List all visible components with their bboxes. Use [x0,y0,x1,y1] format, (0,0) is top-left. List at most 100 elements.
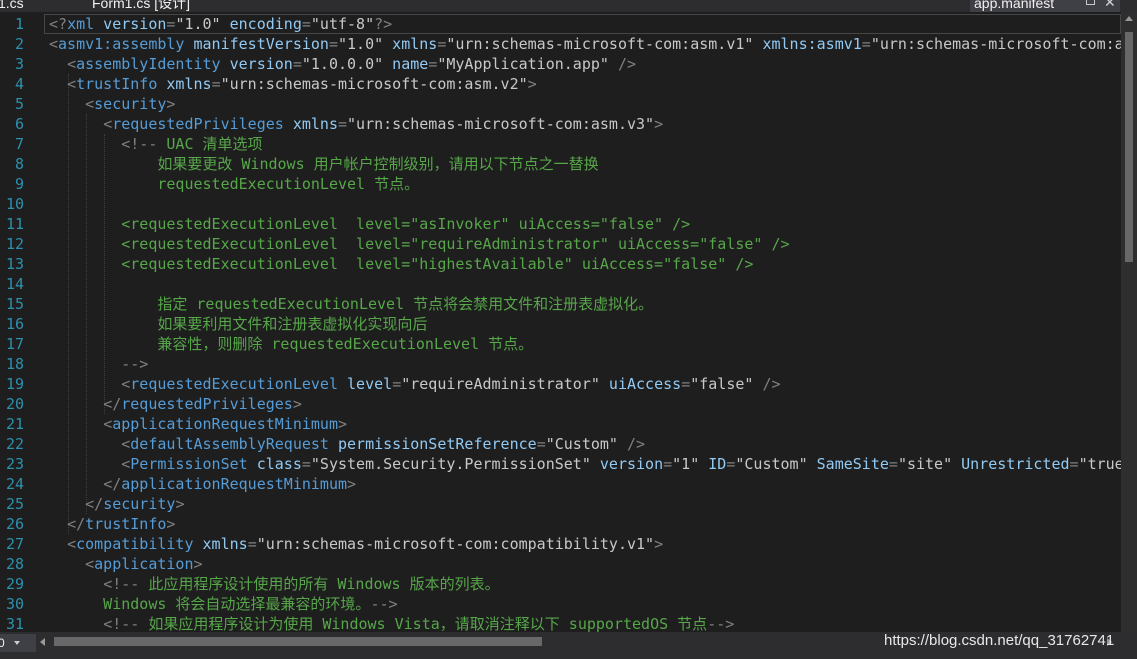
watermark-text: https://blog.csdn.net/qq_31762741 [884,632,1115,649]
code-token: = [338,115,348,133]
code-token: /> [617,435,646,453]
code-line[interactable]: <requestedExecutionLevel level="requireA… [49,234,1121,254]
close-icon[interactable]: ✕ [1104,0,1116,11]
code-token: > [166,515,176,533]
code-line[interactable]: 兼容性，则删除 requestedExecutionLevel 节点。 [49,334,1121,354]
code-token: security [103,495,176,513]
code-line[interactable]: <applicationRequestMinimum> [49,414,1121,434]
line-number: 1 [14,15,24,33]
code-line[interactable]: <trustInfo xmlns="urn:schemas-microsoft-… [49,74,1121,94]
code-token: xmlns [383,35,438,53]
code-line[interactable]: <requestedExecutionLevel level="requireA… [49,374,1121,394]
code-token: manifestVersion [184,35,329,53]
vertical-scroll-thumb[interactable] [1125,32,1133,262]
code-line[interactable]: <assemblyIdentity version="1.0.0.0" name… [49,54,1121,74]
horizontal-scroll-thumb[interactable] [54,637,542,646]
code-line[interactable]: <!-- 如果应用程序设计为使用 Windows Vista，请取消注释以下 s… [49,614,1121,632]
code-line[interactable]: 指定 requestedExecutionLevel 节点将会禁用文件和注册表虚… [49,294,1121,314]
code-token: applicationRequestMinimum [121,475,348,493]
code-line[interactable]: <defaultAssemblyRequest permissionSetRef… [49,434,1121,454]
code-token: < [121,435,131,453]
tab-cs-file[interactable]: 1.cs [0,0,24,12]
code-line[interactable]: Windows 将会自动选择最兼容的环境。--> [49,594,1121,614]
code-line[interactable]: </applicationRequestMinimum> [49,474,1121,494]
line-number: 20 [5,395,24,413]
line-number: 23 [5,455,24,473]
code-line[interactable] [49,274,1121,294]
code-text-area[interactable]: <?xml version="1.0" encoding="utf-8"?> <a… [49,14,1121,632]
tab-app-manifest[interactable]: app.manifest [970,0,1120,12]
code-token: = [536,435,546,453]
code-line[interactable]: <application> [49,554,1121,574]
code-line[interactable] [49,194,1121,214]
code-line[interactable]: <asmv1:assembly manifestVersion="1.0" xm… [49,34,1121,54]
code-line[interactable]: <!-- 此应用程序设计使用的所有 Windows 版本的列表。 [49,574,1121,594]
code-token: > [654,115,664,133]
code-token: "urn:schemas-microsoft-com:asm.v2" [220,75,528,93]
code-line[interactable]: <compatibility xmlns="urn:schemas-micros… [49,534,1121,554]
code-line[interactable]: <security> [49,94,1121,114]
code-token: requestedPrivileges [112,115,284,133]
code-token: /> [608,55,637,73]
code-token: = [301,15,311,33]
code-line[interactable]: <PermissionSet class="System.Security.Pe… [49,454,1121,474]
code-token: > [338,415,348,433]
code-token: < [103,115,113,133]
code-token: "Custom" [545,435,618,453]
code-line[interactable]: <requestedPrivileges xmlns="urn:schemas-… [49,114,1121,134]
code-token: = [292,55,302,73]
code-token: ID [699,455,727,473]
code-token: "1" [672,455,700,473]
pin-icon[interactable] [1086,0,1095,5]
code-line[interactable]: <?xml version="1.0" encoding="utf-8"?> [49,14,1121,34]
code-editor[interactable]: 1 2 3 4 5 6 7 8 9 10 11 12 13 14 15 16 17 18 19 20 21 22 23 24 2… [0,12,1121,632]
code-token: --> [707,615,735,632]
code-token: assemblyIdentity [76,55,221,73]
code-token: level [338,375,393,393]
code-token: > [292,395,302,413]
code-token: </ [103,395,122,413]
code-token: Windows 将会自动选择最兼容的环境。 [49,595,371,613]
code-token: Unrestricted [952,455,1070,473]
code-line[interactable]: </security> [49,494,1121,514]
code-token: application [94,555,194,573]
line-number: 19 [5,375,24,393]
code-token: SameSite [807,455,889,473]
scroll-up-arrow-icon[interactable] [1125,16,1133,21]
code-line[interactable]: </trustInfo> [49,514,1121,534]
code-token: requestedPrivileges [121,395,293,413]
code-line[interactable]: <requestedExecutionLevel level="highestA… [49,254,1121,274]
code-token: security [94,95,167,113]
code-token: "urn:schemas-microsoft-com:asm.v1" [446,35,754,53]
code-token: <!-- [103,575,140,593]
code-token: "Custom" [735,455,808,473]
code-token: "site" [897,455,953,473]
code-token: > [654,535,664,553]
code-line[interactable]: requestedExecutionLevel 节点。 [49,174,1121,194]
line-number: 21 [5,415,24,433]
code-line[interactable]: </requestedPrivileges> [49,394,1121,414]
code-line[interactable]: 如果要利用文件和注册表虚拟化实现向后 [49,314,1121,334]
code-token: "urn:schemas-microsoft-com:compatibility… [256,535,655,553]
scroll-left-arrow-icon[interactable] [40,638,45,646]
vertical-scrollbar[interactable] [1121,12,1137,632]
code-line[interactable]: 如果要更改 Windows 用户帐户控制级别，请用以下节点之一替换 [49,154,1121,174]
chevron-down-icon [14,641,20,645]
line-number: 4 [14,75,24,93]
code-token: name [383,55,429,73]
code-token: trustInfo [85,515,167,533]
code-line[interactable]: <!-- UAC 清单选项 [49,134,1121,154]
line-number: 5 [14,95,24,113]
zoom-dropdown[interactable]: 0 [0,634,36,652]
code-token: "1.0" [175,15,221,33]
code-line[interactable]: --> [49,354,1121,374]
code-line[interactable]: <requestedExecutionLevel level="asInvoke… [49,214,1121,234]
line-number: 17 [5,335,24,353]
tab-form1-designer[interactable]: Form1.cs [设计] [92,0,190,12]
code-token: requestedExecutionLevel 节点。 [49,175,420,193]
